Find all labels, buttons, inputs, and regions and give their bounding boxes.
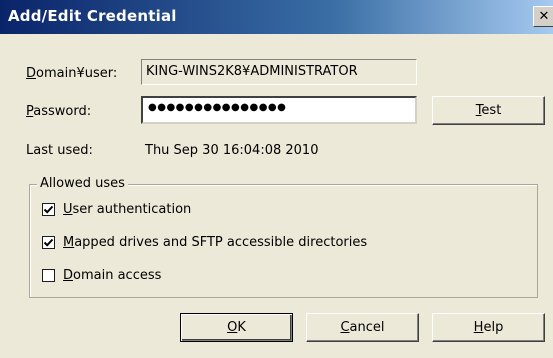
domain-user-value: KING-WINS2K8¥ADMINISTRATOR: [146, 64, 358, 79]
checkbox-box[interactable]: [42, 202, 55, 216]
cancel-button[interactable]: Cancel: [306, 313, 419, 342]
password-value: ●●●●●●●●●●●●●●●: [148, 102, 287, 113]
check-icon: [43, 238, 54, 247]
checkbox-box[interactable]: [42, 235, 55, 249]
domain-user-field: KING-WINS2K8¥ADMINISTRATOR: [141, 59, 417, 85]
last-used-label: Last used:: [26, 143, 93, 158]
checkbox-label: Mapped drives and SFTP accessible direct…: [63, 234, 368, 250]
domain-user-label: Domain¥user:: [26, 66, 118, 81]
password-field[interactable]: ●●●●●●●●●●●●●●●: [141, 96, 417, 124]
checkbox-label: Domain access: [63, 267, 162, 283]
title-bar[interactable]: Add/Edit Credential ✕: [0, 0, 553, 34]
close-icon: ✕: [538, 9, 550, 24]
checkbox-box[interactable]: [42, 268, 55, 282]
allowed-uses-legend: Allowed uses: [37, 176, 128, 191]
user-authentication-checkbox[interactable]: User authentication: [42, 200, 191, 218]
window-title: Add/Edit Credential: [8, 7, 177, 25]
close-button[interactable]: ✕: [533, 6, 553, 27]
check-icon: [43, 205, 54, 214]
test-button[interactable]: Test: [432, 96, 545, 125]
mapped-drives-checkbox[interactable]: Mapped drives and SFTP accessible direct…: [42, 233, 367, 251]
add-edit-credential-dialog: Add/Edit Credential ✕ Domain¥user: KING-…: [0, 0, 553, 358]
checkbox-label: User authentication: [63, 201, 192, 217]
password-label: Password:: [26, 104, 92, 119]
ok-button[interactable]: OK: [180, 313, 293, 342]
last-used-value: Thu Sep 30 16:04:08 2010: [145, 143, 319, 158]
domain-access-checkbox[interactable]: Domain access: [42, 266, 161, 284]
help-button[interactable]: Help: [432, 313, 545, 342]
